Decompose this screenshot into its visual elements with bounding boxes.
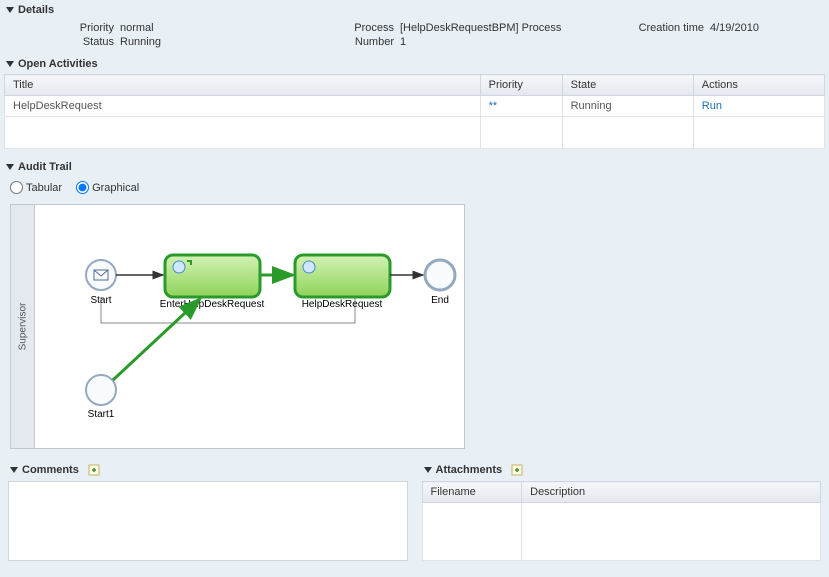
radio-tabular[interactable]: Tabular bbox=[10, 181, 62, 194]
table-row-empty bbox=[5, 117, 825, 149]
chevron-down-icon bbox=[6, 7, 14, 13]
node-end[interactable] bbox=[425, 260, 455, 290]
node-end-label: End bbox=[431, 295, 449, 306]
open-activities-header[interactable]: Open Activities bbox=[0, 54, 829, 74]
comments-title: Comments bbox=[22, 464, 79, 476]
attachments-table: Filename Description bbox=[422, 481, 822, 561]
node-enter-label: EnterHelpDeskRequest bbox=[160, 299, 265, 310]
priority-value: normal bbox=[120, 22, 320, 34]
bpmn-diagram: Start Start1 EnterHelpDeskRequest HelpDe… bbox=[45, 215, 465, 440]
audit-trail-controls: Tabular Graphical bbox=[0, 177, 829, 198]
node-start1-label: Start1 bbox=[88, 409, 115, 420]
details-header[interactable]: Details bbox=[0, 0, 829, 20]
number-value: 1 bbox=[400, 36, 620, 48]
node-start-label: Start bbox=[90, 295, 111, 306]
column-state[interactable]: State bbox=[562, 75, 693, 96]
add-attachment-icon[interactable] bbox=[510, 463, 524, 477]
radio-graphical[interactable]: Graphical bbox=[76, 181, 139, 194]
swimlane-label: Supervisor bbox=[11, 205, 35, 448]
column-priority[interactable]: Priority bbox=[480, 75, 562, 96]
table-row[interactable]: HelpDeskRequest ** Running Run bbox=[5, 96, 825, 117]
chevron-down-icon bbox=[6, 164, 14, 170]
cell-title: HelpDeskRequest bbox=[5, 96, 481, 117]
node-help-label: HelpDeskRequest bbox=[302, 299, 383, 310]
chevron-down-icon bbox=[424, 467, 432, 473]
number-label: Number bbox=[320, 36, 400, 48]
open-activities-table: Title Priority State Actions HelpDeskReq… bbox=[4, 74, 825, 149]
radio-graphical-label: Graphical bbox=[92, 182, 139, 194]
details-grid: Priority normal Process [HelpDeskRequest… bbox=[0, 20, 829, 54]
cell-priority: ** bbox=[480, 96, 562, 117]
comments-header[interactable]: Comments bbox=[4, 459, 412, 481]
attachments-title: Attachments bbox=[436, 464, 503, 476]
column-description[interactable]: Description bbox=[522, 482, 821, 503]
column-filename[interactable]: Filename bbox=[422, 482, 522, 503]
priority-label: Priority bbox=[10, 22, 120, 34]
process-value: [HelpDeskRequestBPM] Process bbox=[400, 22, 620, 34]
run-link[interactable]: Run bbox=[702, 100, 722, 112]
open-activities-panel: Title Priority State Actions HelpDeskReq… bbox=[4, 74, 825, 149]
chevron-down-icon bbox=[10, 467, 18, 473]
swimlane-text: Supervisor bbox=[17, 303, 28, 351]
table-row-empty bbox=[422, 503, 821, 561]
process-label: Process bbox=[320, 22, 400, 34]
column-title[interactable]: Title bbox=[5, 75, 481, 96]
diagram-panel: Supervisor Start bbox=[10, 204, 465, 449]
diagram-canvas[interactable]: Start Start1 EnterHelpDeskRequest HelpDe… bbox=[35, 205, 475, 448]
creation-label: Creation time bbox=[620, 22, 710, 34]
attachments-header[interactable]: Attachments bbox=[418, 459, 826, 481]
details-title: Details bbox=[18, 4, 54, 16]
chevron-down-icon bbox=[6, 61, 14, 67]
status-label: Status bbox=[10, 36, 120, 48]
node-start1[interactable] bbox=[86, 375, 116, 405]
add-comment-icon[interactable] bbox=[87, 463, 101, 477]
cell-state: Running bbox=[562, 96, 693, 117]
creation-value: 4/19/2010 bbox=[710, 22, 829, 34]
radio-tabular-input[interactable] bbox=[10, 181, 23, 194]
audit-trail-header[interactable]: Audit Trail bbox=[0, 157, 829, 177]
radio-tabular-label: Tabular bbox=[26, 182, 62, 194]
open-activities-title: Open Activities bbox=[18, 58, 98, 70]
audit-trail-title: Audit Trail bbox=[18, 161, 72, 173]
comments-body bbox=[8, 481, 408, 561]
status-value: Running bbox=[120, 36, 320, 48]
radio-graphical-input[interactable] bbox=[76, 181, 89, 194]
column-actions[interactable]: Actions bbox=[693, 75, 824, 96]
